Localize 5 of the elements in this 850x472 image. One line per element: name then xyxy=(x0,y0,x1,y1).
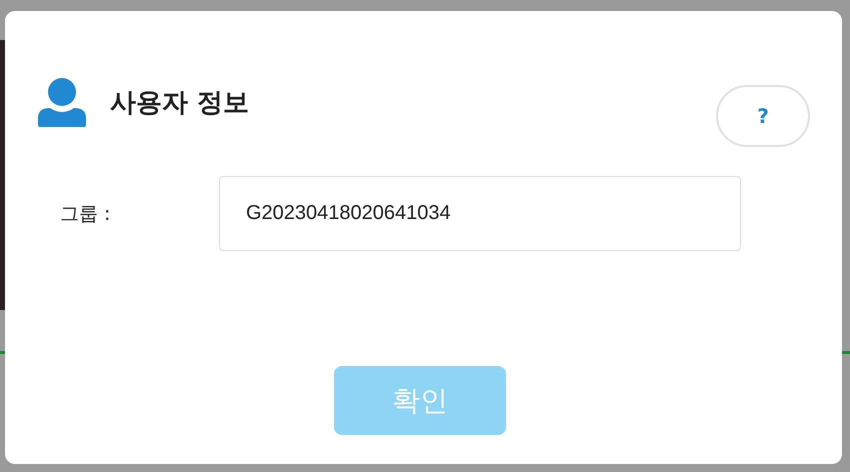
field-label: 그룹 : xyxy=(59,202,112,226)
dialog-title: 사용자 정보 xyxy=(110,87,250,120)
group-field[interactable]: G20230418020641034 xyxy=(219,176,741,251)
user-icon xyxy=(38,78,86,127)
help-button[interactable]: ? xyxy=(716,84,810,146)
